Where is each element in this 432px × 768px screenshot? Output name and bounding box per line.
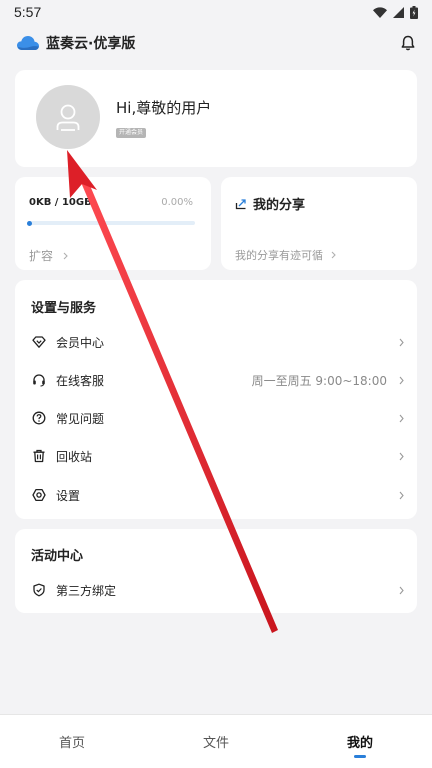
profile-greeting: Hi,尊敬的用户 [116,99,212,117]
diamond-icon [31,334,47,350]
chevron-right-icon [397,375,405,385]
storage-card: 0KB / 10GB 0.00% 扩容 [15,177,211,270]
user-icon [56,104,80,131]
menu-item-settings[interactable]: 设置 [15,476,417,514]
chevron-right-icon [63,252,68,259]
expand-storage-link[interactable]: 扩容 [29,247,68,264]
menu-item-label: 在线客服 [56,373,105,388]
brand: 蓝奏云·优享版 [16,33,135,53]
services-card: 设置与服务 会员中心 在线客服 周一至周五 9:00~18:00 常见问题 回收… [15,280,417,519]
app-title: 蓝奏云·优享版 [46,36,136,52]
share-title: 我的分享 [235,194,305,213]
chevron-right-icon [397,585,405,595]
tab-label: 文件 [202,736,229,751]
status-icons [373,5,418,19]
avatar[interactable] [36,85,100,149]
chevron-right-icon [331,251,336,259]
menu-item-faq[interactable]: 常见问题 [15,399,417,437]
services-title: 设置与服务 [31,301,97,316]
status-time: 5:57 [14,4,42,20]
menu-item-member-center[interactable]: 会员中心 [15,323,417,361]
tab-label: 我的 [346,736,373,751]
chevron-right-icon [397,413,405,423]
menu-item-label: 常见问题 [56,411,105,426]
storage-progress-bar [27,220,195,226]
expand-storage-label: 扩容 [29,249,54,263]
cell-signal-icon [393,6,404,18]
cloud-logo-icon [17,36,39,50]
active-tab-indicator [354,755,366,758]
storage-progress-fill [27,220,32,226]
bell-icon[interactable] [400,35,416,51]
share-icon [235,198,246,209]
share-desc: 我的分享有迹可循 [235,247,336,263]
tab-label: 首页 [58,736,85,751]
wifi-icon [373,6,387,18]
tab-files[interactable]: 文件 [144,715,288,768]
chevron-right-icon [397,451,405,461]
storage-used-text: 0KB / 10GB [29,197,92,208]
chevron-right-icon [397,337,405,347]
chevron-right-icon [397,490,405,500]
activity-card: 活动中心 第三方绑定 [15,529,417,613]
app-header: 蓝奏云·优享版 [0,28,432,58]
gear-icon [31,487,47,503]
tab-mine[interactable]: 我的 [288,715,432,768]
trash-icon [31,448,47,464]
menu-item-recycle-bin[interactable]: 回收站 [15,437,417,475]
storage-percent: 0.00% [161,197,193,208]
bottom-nav: 首页 文件 我的 [0,714,432,768]
question-icon [31,410,47,426]
menu-item-third-party-binding[interactable]: 第三方绑定 [15,571,417,609]
shield-icon [31,582,47,598]
service-hours: 周一至周五 9:00~18:00 [251,373,387,388]
member-badge[interactable]: 开通会员 [116,128,147,138]
menu-item-customer-service[interactable]: 在线客服 周一至周五 9:00~18:00 [15,361,417,399]
share-desc-text: 我的分享有迹可循 [235,249,323,262]
status-bar: 5:57 [0,0,432,24]
menu-item-label: 回收站 [56,449,93,464]
share-card[interactable]: 我的分享 我的分享有迹可循 [221,177,417,270]
menu-item-label: 第三方绑定 [56,583,117,598]
share-title-label: 我的分享 [253,198,306,213]
battery-icon [410,5,418,19]
menu-item-label: 设置 [56,488,81,503]
profile-card[interactable]: Hi,尊敬的用户 开通会员 [15,70,417,167]
tab-home[interactable]: 首页 [0,715,144,768]
headset-icon [31,372,47,388]
menu-item-label: 会员中心 [56,335,105,350]
activity-title: 活动中心 [31,549,84,564]
